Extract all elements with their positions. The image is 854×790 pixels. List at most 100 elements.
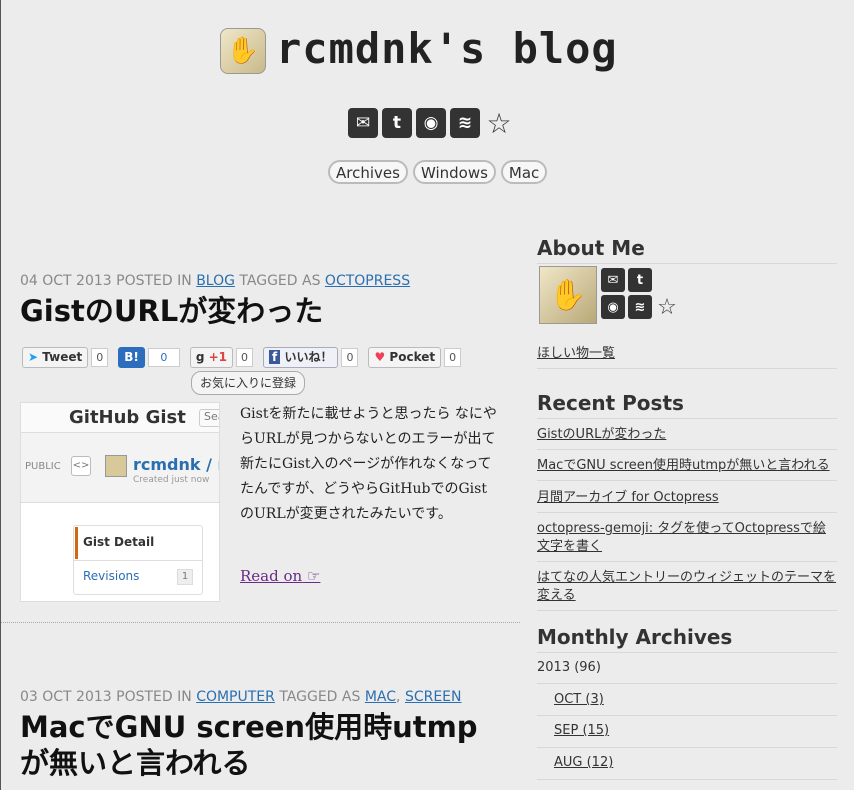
recent-post-link[interactable]: MacでGNU screen使用時utmpが無いと言われる (537, 458, 830, 473)
post-article: 04 OCT 2013 POSTED IN BLOG TAGGED AS OCT… (20, 273, 520, 329)
archive-month-item: AUG (12) (554, 755, 613, 770)
thumb-created: Created just now (133, 475, 210, 485)
post-meta: 03 OCT 2013 POSTED IN COMPUTER TAGGED AS… (20, 689, 462, 705)
recent-post-link[interactable]: はてなの人気エントリーのウィジェットのテーマを変える (537, 570, 836, 603)
post-title[interactable]: GistのURLが変わった (20, 293, 520, 329)
facebook-count: 0 (341, 348, 359, 367)
post-article: 03 OCT 2013 POSTED IN COMPUTER TAGGED AS… (20, 689, 520, 781)
archive-month-link[interactable]: AUG (12) (554, 755, 613, 770)
facebook-like-button[interactable]: f いいね！ 0 (263, 347, 359, 368)
about-social-icons: ✉ t ◉ ≋ ☆ (601, 268, 691, 320)
post-divider (1, 622, 520, 623)
archive-month-link[interactable]: SEP (15) (554, 723, 609, 738)
main-nav: Archives Windows Mac (328, 160, 548, 184)
read-on-link[interactable]: Read on ☞ (240, 567, 320, 585)
posted-in-label: POSTED IN (116, 273, 192, 289)
github-icon[interactable]: ◉ (416, 108, 446, 138)
archive-month-item: OCT (3) (554, 692, 604, 707)
thumb-avatar (105, 455, 127, 477)
thumb-user: rcmdnk / my (133, 455, 219, 474)
hatena-bookmark-button[interactable]: B! 0 (118, 347, 180, 368)
archive-month-item: SEP (15) (554, 723, 609, 738)
site-header: ✋ rcmdnk's blog ✉ t ◉ ≋ ☆ Archives Windo… (1, 0, 854, 200)
thumb-revisions-count: 1 (177, 569, 193, 585)
google-plus-button[interactable]: g +1 0 (189, 347, 254, 368)
rss-icon[interactable]: ≋ (450, 108, 480, 138)
post-tag-link[interactable]: SCREEN (405, 689, 462, 705)
post-date: 04 OCT 2013 (20, 273, 112, 289)
thumb-revisions: Revisions (83, 569, 140, 583)
pocket-icon: ♥ (374, 350, 386, 364)
post-category-link[interactable]: BLOG (196, 273, 235, 289)
recent-post-item: GistのURLが変わった (537, 426, 837, 450)
post-tag-link[interactable]: OCTOPRESS (325, 273, 410, 289)
share-buttons: ➤ Tweet 0 B! 0 g +1 0 f いいね！ 0 ♥ Pocket … (22, 347, 462, 368)
recent-post-item: はてなの人気エントリーのウィジェットのテーマを変える (537, 569, 837, 611)
wishlist-link[interactable]: ほしい物一覧 (537, 346, 615, 361)
header-social-icons: ✉ t ◉ ≋ ☆ (348, 107, 514, 140)
tweet-count: 0 (91, 348, 109, 367)
tagged-as-label: TAGGED AS (279, 689, 361, 705)
github-icon[interactable]: ◉ (601, 295, 625, 319)
mail-icon[interactable]: ✉ (601, 268, 625, 292)
recent-post-item: MacでGNU screen使用時utmpが無いと言われる (537, 457, 837, 481)
twitter-icon[interactable]: t (628, 268, 652, 292)
pocket-label: ♥ Pocket (368, 347, 442, 368)
gplus-count: 0 (236, 348, 254, 367)
posted-in-label: POSTED IN (116, 689, 192, 705)
archive-year[interactable]: 2013 (96) (537, 660, 601, 675)
mail-icon[interactable]: ✉ (348, 108, 378, 138)
recent-post-link[interactable]: octopress-gemoji: タグを使ってOctopressで絵文字を書く (537, 521, 826, 554)
archive-divider (537, 779, 837, 780)
recent-post-link[interactable]: 月間アーカイブ for Octopress (537, 490, 719, 505)
rss-icon[interactable]: ≋ (628, 295, 652, 319)
read-on-label: Read on (240, 567, 303, 585)
gplus-label: g +1 (189, 347, 234, 368)
monthly-archives-heading: Monthly Archives (537, 625, 837, 653)
nav-windows[interactable]: Windows (412, 160, 496, 184)
recent-post-link[interactable]: GistのURLが変わった (537, 427, 666, 442)
wishlist-link-item: ほしい物一覧 (537, 345, 837, 369)
star-icon[interactable]: ☆ (484, 107, 514, 140)
nav-mac[interactable]: Mac (500, 160, 548, 184)
archive-divider (537, 683, 837, 684)
archive-divider (537, 715, 837, 716)
post-category-link[interactable]: COMPUTER (196, 689, 275, 705)
archive-month-link[interactable]: OCT (3) (554, 692, 604, 707)
pointing-hand-icon: ☞ (306, 567, 321, 585)
twitter-icon[interactable]: t (382, 108, 412, 138)
post-meta: 04 OCT 2013 POSTED IN BLOG TAGGED AS OCT… (20, 273, 520, 289)
archive-divider (537, 747, 837, 748)
post-title-line: MacでGNU screen使用時utmp (20, 710, 478, 744)
nav-archives[interactable]: Archives (328, 160, 408, 184)
pocket-button[interactable]: ♥ Pocket 0 (368, 347, 462, 368)
gist-code-icon: <> (71, 456, 91, 476)
favorite-tooltip: お気に入りに登録 (191, 371, 306, 395)
about-avatar: ✋ (539, 266, 597, 324)
twitter-bird-icon: ➤ (28, 350, 39, 364)
hatena-label: B! (118, 347, 145, 368)
blog-logo-icon[interactable]: ✋ (220, 28, 266, 74)
post-date: 03 OCT 2013 (20, 689, 112, 705)
recent-post-item: octopress-gemoji: タグを使ってOctopressで絵文字を書く (537, 520, 837, 562)
thumb-gist-detail: Gist Detail (83, 535, 155, 549)
hatena-count: 0 (147, 348, 180, 367)
facebook-icon: f (269, 350, 281, 364)
recent-posts-heading: Recent Posts (537, 391, 837, 419)
recent-post-item: 月間アーカイブ for Octopress (537, 489, 837, 513)
tweet-label: Tweet (42, 350, 83, 364)
thumb-public: PUBLIC (25, 461, 61, 472)
tweet-button[interactable]: ➤ Tweet 0 (22, 347, 109, 368)
star-icon[interactable]: ☆ (655, 295, 679, 320)
post-tag-link[interactable]: MAC (365, 689, 396, 705)
tagged-as-label: TAGGED AS (239, 273, 321, 289)
pocket-count: 0 (444, 348, 462, 367)
github-gist-brand: GitHub Gist (69, 407, 186, 428)
post-thumbnail[interactable]: GitHub Gist Sea PUBLIC <> rcmdnk / my Cr… (20, 402, 220, 602)
post-excerpt: Gistを新たに載せようと思ったら なにやらURLが見つからないとのエラーが出て… (240, 406, 497, 522)
thumb-search: Sea (199, 409, 219, 427)
about-me-heading: About Me (537, 236, 837, 264)
facebook-label: f いいね！ (263, 347, 339, 368)
post-title[interactable]: MacでGNU screen使用時utmp が無いと言われる (20, 709, 520, 781)
site-title[interactable]: rcmdnk's blog (276, 24, 618, 73)
